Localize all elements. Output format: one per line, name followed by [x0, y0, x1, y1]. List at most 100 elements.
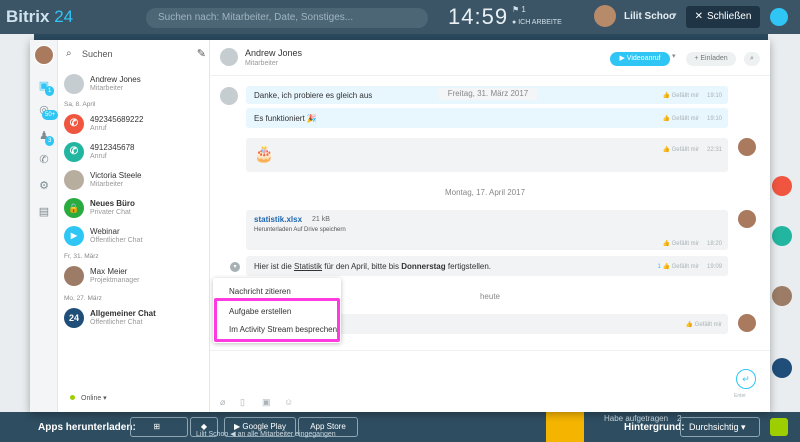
cake-icon: 🎂 — [254, 146, 274, 163]
like-label[interactable]: Gefällt mir — [672, 93, 699, 99]
message-meta: 👍 Gefällt mir 19:10 — [662, 115, 722, 122]
list-item-name: Max Meier — [90, 267, 128, 276]
like-label[interactable]: Gefällt mir — [695, 322, 722, 328]
list-item[interactable]: ✆ 4912345678 Anruf — [64, 142, 208, 166]
invite-button[interactable]: + Einladen — [686, 52, 736, 66]
news-icon[interactable]: ▤ — [38, 206, 50, 218]
settings-icon[interactable]: ⚙ — [38, 180, 50, 192]
work-status[interactable]: ● ICH ARBEITE — [512, 19, 562, 26]
list-item[interactable]: Max Meier Projektmanager — [64, 266, 208, 290]
message-meta: 👍 Gefällt mir — [686, 321, 723, 328]
current-user-avatar[interactable] — [34, 45, 54, 65]
like-label[interactable]: Gefällt mir — [672, 147, 699, 153]
like-icon[interactable]: 👍 — [662, 116, 669, 122]
avatar[interactable] — [738, 138, 756, 156]
background-star-tile — [546, 412, 584, 442]
message-bubble[interactable]: 🎂 👍 Gefällt mir 22:31 — [246, 138, 728, 172]
message-bubble[interactable]: Hier ist die Statistik für den April, bi… — [246, 256, 728, 276]
help-icon[interactable] — [770, 8, 788, 26]
compose-icon[interactable]: ✎ — [197, 47, 206, 60]
messenger-window: ▣ 1 ◎ 50+ ♟ 3 ✆ ⚙ ▤ ⌕ Suchen ✎ Andrew Jo… — [30, 40, 770, 412]
background-select[interactable]: Durchsichtig ▾ — [680, 417, 760, 437]
chevron-down-icon[interactable]: ▾ — [672, 10, 677, 21]
video-call-button[interactable]: ▶ Videoanruf — [610, 52, 670, 66]
list-item-subtitle: Projektmanager — [90, 277, 140, 284]
phone-icon[interactable]: ✆ — [38, 154, 50, 166]
chevron-down-icon[interactable]: ▾ — [230, 262, 240, 272]
file-size: 21 kB — [312, 216, 330, 223]
send-button[interactable]: ↵ — [736, 369, 756, 389]
user-name[interactable]: Lilit Schoo — [624, 11, 675, 22]
message-time: 18:20 — [706, 241, 722, 247]
like-icon[interactable]: 👍 — [662, 264, 669, 270]
background-action-button[interactable] — [770, 418, 788, 436]
list-item[interactable]: Victoria Steele Mitarbeiter — [64, 170, 208, 194]
avatar: 24 — [64, 308, 84, 328]
highlight-box — [214, 298, 340, 342]
message-time: 19:10 — [706, 116, 722, 122]
close-label: Schließen — [706, 11, 752, 22]
file-actions[interactable]: Herunterladen Auf Drive speichern — [254, 227, 346, 233]
like-icon[interactable]: 👍 — [662, 147, 669, 153]
avatar[interactable] — [220, 87, 238, 105]
avatar[interactable] — [220, 48, 238, 66]
date-separator: Fr, 31. März — [64, 253, 99, 260]
background-feed-text: Lilit Schoo ◀ an alle Mitarbeiter eingeg… — [196, 431, 336, 438]
search-icon[interactable]: ⌕ — [744, 52, 760, 66]
file-message[interactable]: statistik.xlsx 21 kB Herunterladen Auf D… — [246, 210, 728, 250]
video-call-label: Videoanruf — [626, 55, 661, 62]
avatar[interactable] — [738, 210, 756, 228]
status-label: Online — [81, 395, 102, 402]
list-item[interactable]: ▶ Webinar Öffentlicher Chat — [64, 226, 208, 250]
attachment-icon[interactable]: ⌀ — [220, 397, 225, 408]
chevron-down-icon[interactable]: ▾ — [672, 52, 676, 60]
like-icon[interactable]: 👍 — [662, 241, 669, 247]
sidebar-search[interactable]: ⌕ Suchen ✎ — [66, 48, 206, 62]
smile-icon[interactable]: ☺ — [284, 397, 293, 407]
date-pill: Freitag, 31. März 2017 — [438, 88, 538, 100]
close-button[interactable]: ✕ Schließen — [686, 6, 760, 28]
drive-icon[interactable]: ▯ — [240, 397, 245, 408]
file-link[interactable]: statistik.xlsx — [254, 215, 302, 224]
lock-icon: 🔒 — [64, 198, 84, 218]
list-item-name: 4912345678 — [90, 143, 135, 152]
list-item[interactable]: ✆ 492345689222 Anruf — [64, 114, 208, 138]
date-separator: Sa, 8. April — [64, 101, 96, 108]
message-meta: 1 👍 Gefällt mir 19:09 — [657, 263, 722, 270]
background-right-panel — [768, 34, 800, 412]
message-text-part: für den April, bitte bis — [322, 262, 402, 271]
avatar[interactable] — [738, 314, 756, 332]
background-left-panel — [0, 34, 34, 412]
flag-count: 1 — [521, 5, 526, 14]
app-logo[interactable]: Bitrix 24 — [6, 7, 73, 27]
message-bubble[interactable]: Es funktioniert 🎉 👍 Gefällt mir 19:10 — [246, 108, 728, 128]
like-label[interactable]: Gefällt mir — [672, 241, 699, 247]
menu-item-quote[interactable]: Nachricht zitieren — [229, 287, 291, 296]
like-label[interactable]: Gefällt mir — [672, 264, 699, 270]
message-meta: 👍 Gefällt mir 22:31 — [662, 146, 722, 153]
chat-partner-name[interactable]: Andrew Jones — [245, 48, 302, 58]
like-icon[interactable]: 👍 — [662, 93, 669, 99]
user-avatar[interactable] — [594, 5, 616, 27]
like-label[interactable]: Gefällt mir — [672, 116, 699, 122]
list-item[interactable]: 24 Allgemeiner Chat Öffentlicher Chat — [64, 308, 208, 332]
list-item[interactable]: 🔒 Neues Büro Privater Chat — [64, 198, 208, 222]
search-icon: ⌕ — [66, 48, 72, 59]
document-icon[interactable]: ▣ — [262, 397, 271, 408]
desktop-apps-button[interactable]: ⊞ — [130, 417, 188, 437]
global-search-input[interactable]: Suchen nach: Mitarbeiter, Date, Sonstige… — [146, 8, 428, 28]
list-item-name: Victoria Steele — [90, 171, 142, 180]
recent-chats-sidebar: ⌕ Suchen ✎ Andrew Jones Mitarbeiter Sa, … — [58, 40, 210, 412]
list-item[interactable]: Andrew Jones Mitarbeiter — [64, 74, 208, 98]
message-time: 19:10 — [706, 93, 722, 99]
list-item-subtitle: Privater Chat — [90, 209, 131, 216]
message-meta: 👍 Gefällt mir 18:20 — [662, 240, 722, 247]
like-icon[interactable]: 👍 — [686, 322, 693, 328]
message-input[interactable]: ⌀ ▯ ▣ ☺ ↵ Enter — [210, 350, 770, 412]
background-label: Hintergrund: — [624, 422, 685, 433]
webinar-icon: ▶ — [64, 226, 84, 246]
online-status[interactable]: Online ▾ — [70, 394, 107, 402]
background-avatar — [772, 176, 792, 196]
list-item-subtitle: Mitarbeiter — [90, 181, 124, 188]
status-dot-icon — [70, 395, 75, 400]
